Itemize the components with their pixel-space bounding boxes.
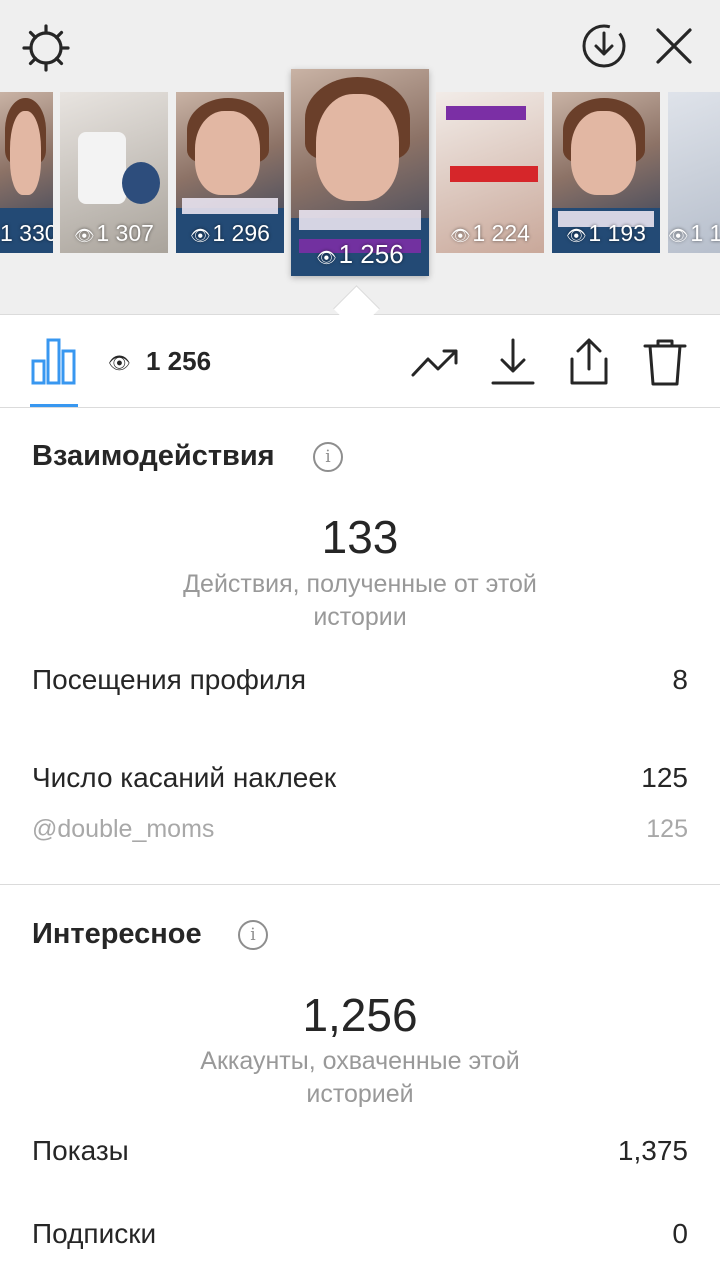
close-icon[interactable] xyxy=(650,22,698,70)
sticker-taps-label: Число касаний наклеек xyxy=(32,762,337,793)
story-view-count: 1 330 xyxy=(0,220,53,246)
thumbnail-image-part xyxy=(299,209,421,231)
views-count: 1 256 xyxy=(146,346,212,376)
thumbnail-image-part xyxy=(446,106,526,120)
profile-visits-label: Посещения профиля xyxy=(32,664,307,695)
trend-icon[interactable] xyxy=(410,337,460,387)
thumbnail-image-part xyxy=(315,93,399,202)
info-icon[interactable]: i xyxy=(313,442,343,472)
thumbnail-image-part xyxy=(78,132,126,204)
story-thumbnail-selected[interactable]: 👁1 256 xyxy=(291,69,429,276)
section-divider xyxy=(0,884,720,885)
sticker-handle[interactable]: @double_moms xyxy=(32,815,214,844)
follows-value: 0 xyxy=(672,1218,688,1249)
interactions-title: Взаимодействия xyxy=(32,440,275,472)
thumbnail-image-part xyxy=(195,111,261,196)
eye-icon: 👁 xyxy=(450,228,471,245)
profile-visits-value: 8 xyxy=(672,664,688,695)
sticker-handle-value: 125 xyxy=(646,815,688,843)
story-view-count: 👁1 224 xyxy=(450,220,530,246)
gear-icon[interactable] xyxy=(20,22,72,74)
story-carousel-area: 1 330 👁1 307 👁1 296 👁1 256 👁1 224 👁1 193… xyxy=(0,0,720,315)
eye-icon: 👁 xyxy=(190,228,211,245)
story-thumbnail[interactable]: 👁1 307 xyxy=(60,92,168,253)
insights-toolbar: 👁 1 256 xyxy=(0,315,720,408)
thumbnail-image-part xyxy=(9,111,42,196)
thumbnail-image-part xyxy=(122,162,160,204)
trash-icon[interactable] xyxy=(640,337,690,387)
story-view-count: 👁1 296 xyxy=(190,220,270,246)
story-thumbnail[interactable]: 👁1 296 xyxy=(176,92,284,253)
bar-chart-icon[interactable] xyxy=(30,337,78,385)
discovery-title: Интересное xyxy=(32,918,202,950)
info-icon[interactable]: i xyxy=(238,920,268,950)
active-tab-indicator xyxy=(30,404,78,407)
archive-download-icon[interactable] xyxy=(578,20,630,72)
sticker-taps-value: 125 xyxy=(641,762,688,793)
eye-icon: 👁 xyxy=(316,250,337,267)
impressions-label: Показы xyxy=(32,1135,129,1166)
discovery-caption: Аккаунты, охваченные этой историей xyxy=(200,1047,520,1108)
story-view-count: 👁1 307 xyxy=(74,220,154,246)
thumbnail-image-part xyxy=(450,166,538,182)
eye-icon: 👁 xyxy=(108,353,131,373)
eye-icon: 👁 xyxy=(668,228,689,245)
story-thumbnail[interactable]: 1 330 xyxy=(0,92,53,253)
impressions-value: 1,375 xyxy=(617,1135,688,1166)
discovery-total: 1,256 xyxy=(302,989,418,1041)
interactions-caption: Действия, полученные от этой истории xyxy=(183,570,537,631)
interactions-total: 133 xyxy=(321,511,399,563)
story-view-count: 👁1 193 xyxy=(566,220,646,246)
thumbnail-image-part xyxy=(182,198,278,215)
share-icon[interactable] xyxy=(564,337,614,387)
story-view-count: 👁1 256 xyxy=(316,239,404,269)
story-thumbnail[interactable]: 👁1 1 xyxy=(668,92,720,253)
story-thumbnail[interactable]: 👁1 224 xyxy=(436,92,544,253)
follows-label: Подписки xyxy=(32,1218,157,1249)
eye-icon: 👁 xyxy=(74,228,95,245)
story-view-count: 👁1 1 xyxy=(668,220,720,246)
story-thumbnail[interactable]: 👁1 193 xyxy=(552,92,660,253)
thumbnail-image-part xyxy=(571,111,637,196)
download-icon[interactable] xyxy=(488,337,538,387)
eye-icon: 👁 xyxy=(566,228,587,245)
